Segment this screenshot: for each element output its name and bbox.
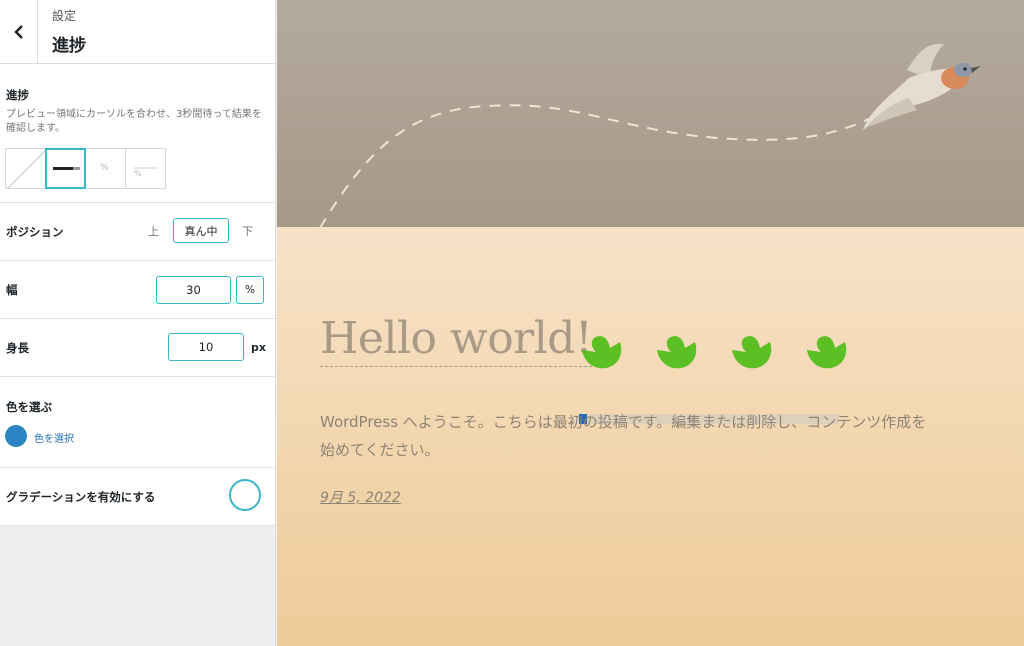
width-section: 幅 <box>0 261 275 319</box>
position-option-top[interactable]: 上 <box>148 223 159 239</box>
slash-icon <box>7 150 46 189</box>
green-bird-icon <box>657 336 697 369</box>
bird-illustration-icon <box>863 43 981 130</box>
height-unit-label: px <box>251 341 266 354</box>
green-bird-icon <box>807 336 847 369</box>
color-section: 色を選ぶ <box>0 377 275 468</box>
gradient-toggle[interactable] <box>229 479 261 511</box>
line-style-icon <box>134 167 158 169</box>
style-option-none[interactable] <box>5 148 46 189</box>
bird-icons <box>580 330 880 370</box>
gradient-label: グラデーションを有効にする <box>6 490 156 504</box>
breadcrumb: 設定 <box>52 9 77 23</box>
height-label: 身長 <box>6 341 29 355</box>
progress-description: プレビュー領域にカーソルを合わせ、3秒間待って結果を確認します。 <box>6 109 262 134</box>
bar-style-icon <box>53 167 80 170</box>
customizer-sidebar: 設定 進捗 進捗 プレビュー領域にカーソルを合わせ、3秒間待って結果を確認します… <box>0 0 276 646</box>
style-option-percent-line[interactable]: % <box>125 148 166 189</box>
style-option-bar[interactable] <box>45 148 86 189</box>
post-date[interactable]: 9月 5, 2022 <box>320 487 401 507</box>
post-title[interactable]: Hello world! <box>320 312 593 367</box>
progress-style-options: % % <box>5 148 166 189</box>
width-unit-button[interactable]: % <box>236 276 264 304</box>
green-bird-icon <box>732 336 772 369</box>
position-label: ポジション <box>6 225 64 239</box>
panel-title: 進捗 <box>52 36 86 56</box>
width-label: 幅 <box>6 283 18 297</box>
percent-line-option-text: % <box>134 169 142 178</box>
site-preview[interactable]: Hello world! WordPress へようこそ。こちらは最初の投稿です… <box>277 0 1024 646</box>
position-section: ポジション <box>0 203 275 261</box>
progress-label: 進捗 <box>6 88 29 102</box>
width-input[interactable] <box>156 276 231 304</box>
color-swatch[interactable] <box>5 425 27 447</box>
select-color-link[interactable]: 色を選択 <box>34 430 74 445</box>
height-input[interactable] <box>168 333 244 361</box>
panel-header: 設定 進捗 <box>0 0 275 64</box>
back-button[interactable] <box>0 0 38 64</box>
percent-option-text: % <box>100 163 109 173</box>
chevron-left-icon <box>13 25 23 39</box>
green-bird-icon <box>582 336 622 369</box>
position-option-middle[interactable]: 真ん中 <box>173 218 229 243</box>
color-label: 色を選ぶ <box>6 400 52 414</box>
style-option-percent[interactable]: % <box>85 148 126 189</box>
position-option-bottom[interactable]: 下 <box>242 223 253 239</box>
post-excerpt: WordPress へようこそ。こちらは最初の投稿です。編集または削除し、コンテ… <box>320 413 927 459</box>
